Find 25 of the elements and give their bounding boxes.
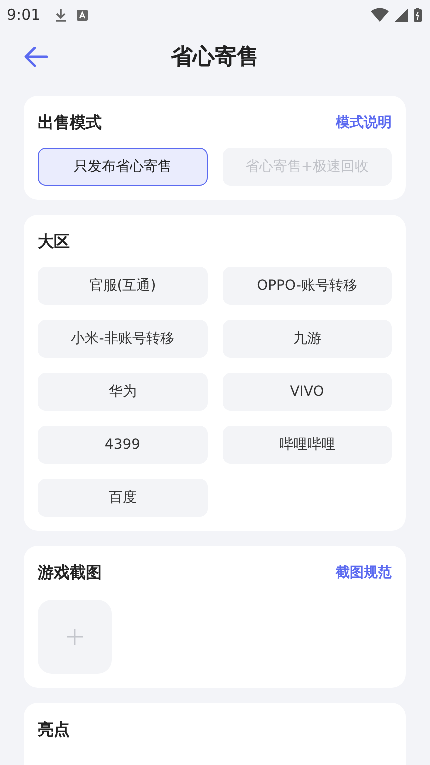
plus-icon xyxy=(67,629,83,645)
battery-icon xyxy=(414,8,422,22)
page-title: 省心寄售 xyxy=(171,44,259,72)
region-option[interactable]: 小米-非账号转移 xyxy=(38,320,208,358)
keyboard-icon xyxy=(76,10,88,20)
mode-info-link[interactable]: 模式说明 xyxy=(336,114,392,132)
status-time: 9:01 xyxy=(7,6,41,24)
region-option[interactable]: 华为 xyxy=(38,373,208,411)
screenshot-rules-link[interactable]: 截图规范 xyxy=(336,564,392,582)
region-option[interactable]: 九游 xyxy=(222,320,392,358)
region-option[interactable]: VIVO xyxy=(222,373,392,411)
section-title: 出售模式 xyxy=(38,112,102,134)
region-option[interactable]: 哔哩哔哩 xyxy=(222,426,392,464)
region-option[interactable]: 官服(互通) xyxy=(38,267,208,305)
region-option[interactable]: OPPO-账号转移 xyxy=(222,267,392,305)
region-option[interactable]: 百度 xyxy=(38,479,208,517)
download-icon xyxy=(54,8,67,22)
mode-option[interactable]: 只发布省心寄售 xyxy=(38,148,208,186)
section-title: 亮点 xyxy=(38,720,70,740)
wifi-icon xyxy=(371,8,389,22)
back-icon[interactable] xyxy=(24,47,48,67)
section-title: 游戏截图 xyxy=(38,562,102,584)
region-option[interactable]: 4399 xyxy=(38,426,208,464)
signal-icon xyxy=(395,8,408,22)
section-title: 大区 xyxy=(38,232,70,252)
